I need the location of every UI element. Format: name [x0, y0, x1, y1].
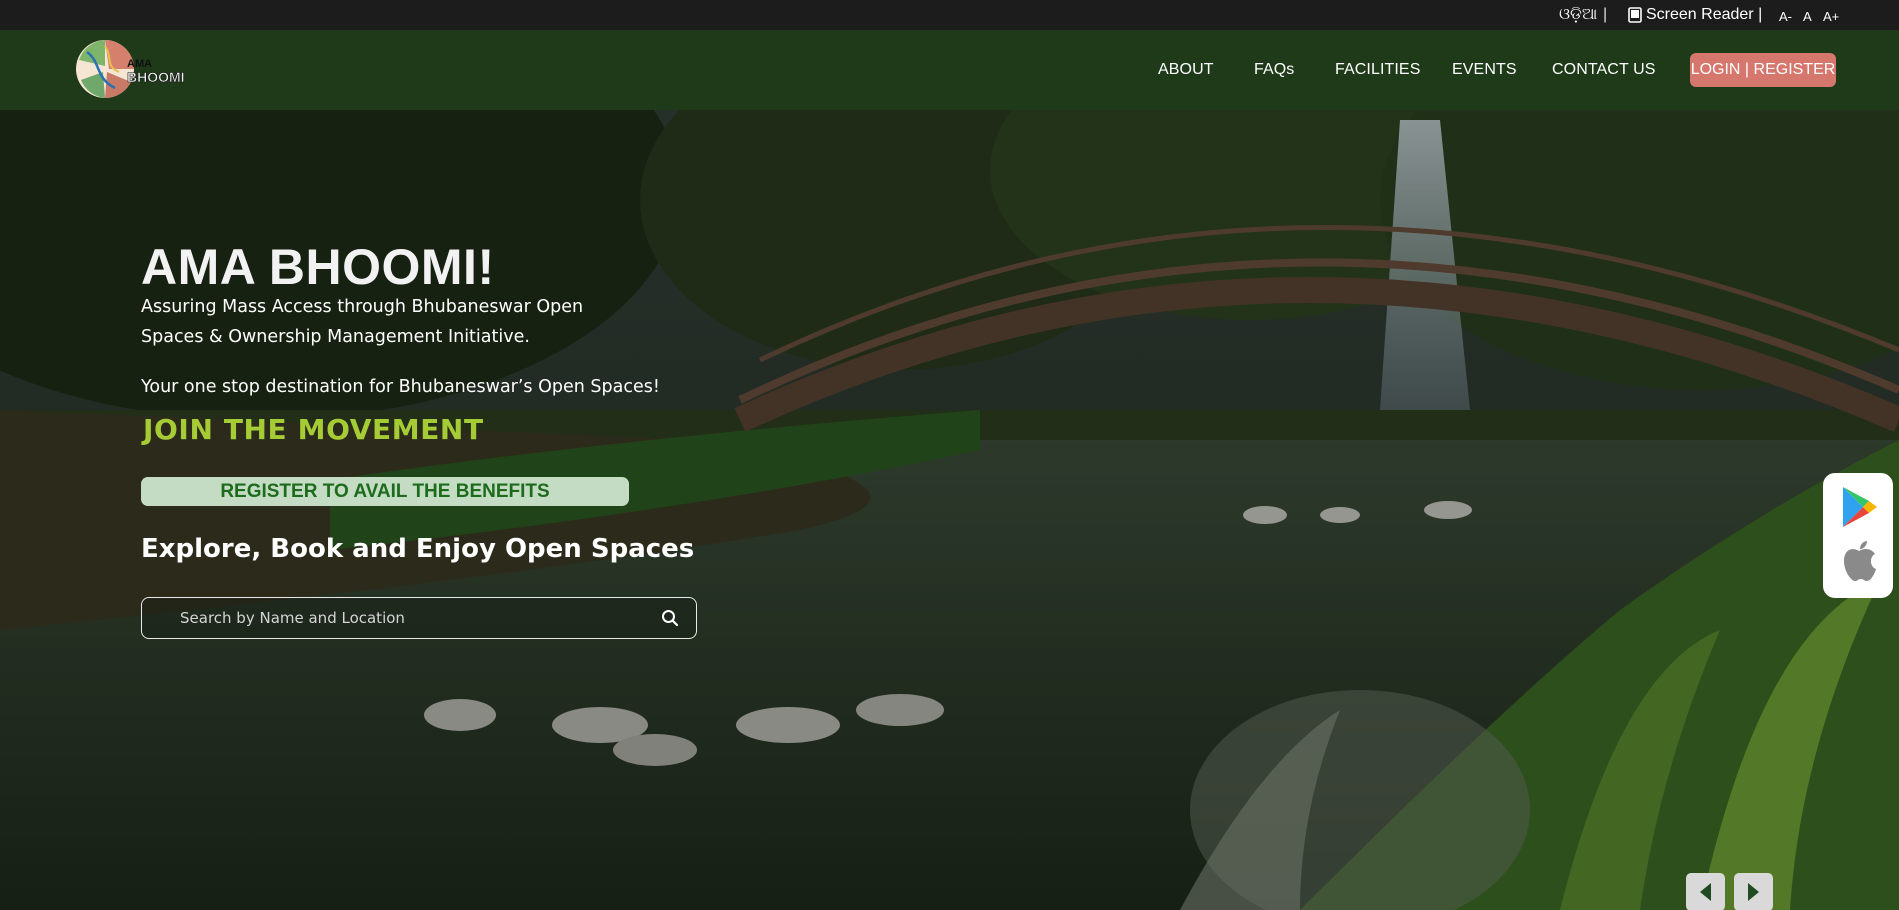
search-icon[interactable] [661, 609, 679, 627]
hero-tagline: Your one stop destination for Bhubaneswa… [141, 377, 660, 397]
hero-background-image [0, 110, 1899, 910]
register-benefits-button[interactable]: REGISTER TO AVAIL THE BENEFITS [141, 477, 629, 506]
font-decrease-button[interactable]: A- [1779, 8, 1792, 26]
screen-reader-link[interactable]: Screen Reader | [1628, 6, 1762, 24]
tablet-icon [1628, 7, 1642, 23]
slider-prev-button[interactable] [1686, 873, 1725, 910]
logo-line-2: BHOOMI [127, 69, 185, 85]
app-download-panel [1823, 473, 1893, 598]
nav-item-events[interactable]: EVENTS [1452, 61, 1517, 79]
join-movement-heading: JOIN THE MOVEMENT [143, 413, 484, 446]
nav-item-facilities[interactable]: FACILITIES [1335, 61, 1420, 79]
apple-icon[interactable] [1839, 539, 1879, 583]
nav-item-faqs[interactable]: FAQs [1254, 61, 1294, 79]
chevron-left-icon [1700, 883, 1711, 901]
nav-item-contact-us[interactable]: CONTACT US [1552, 61, 1656, 79]
hero-banner: AMA BHOOMI! Assuring Mass Access through… [0, 110, 1899, 910]
hero-title: AMA BHOOMI! [141, 239, 495, 295]
ama-bhoomi-logo[interactable]: AMA BHOOMI [75, 36, 185, 102]
font-normal-button[interactable]: A [1803, 8, 1812, 26]
search-input[interactable] [180, 607, 640, 629]
explore-heading: Explore, Book and Enjoy Open Spaces [141, 534, 695, 564]
slider-next-button[interactable] [1734, 873, 1773, 910]
login-register-button[interactable]: LOGIN | REGISTER [1690, 53, 1836, 87]
nav-item-about[interactable]: ABOUT [1158, 61, 1214, 79]
top-utility-bar: ଓଡ଼ିଆ | Screen Reader | A- A A+ [0, 0, 1899, 30]
font-increase-button[interactable]: A+ [1823, 8, 1839, 26]
chevron-right-icon [1748, 883, 1759, 901]
google-play-icon[interactable] [1839, 485, 1879, 529]
separator: | [1603, 6, 1608, 23]
screen-reader-label: Screen Reader | [1646, 6, 1763, 23]
search-box [141, 597, 697, 639]
language-toggle[interactable]: ଓଡ଼ିଆ [1559, 6, 1597, 24]
hero-subtitle: Assuring Mass Access through Bhubaneswar… [141, 297, 584, 347]
logo-wordmark: AMA BHOOMI [127, 58, 185, 84]
main-navbar: AMA BHOOMI ABOUT FAQs FACILITIES EVENTS … [0, 30, 1899, 110]
